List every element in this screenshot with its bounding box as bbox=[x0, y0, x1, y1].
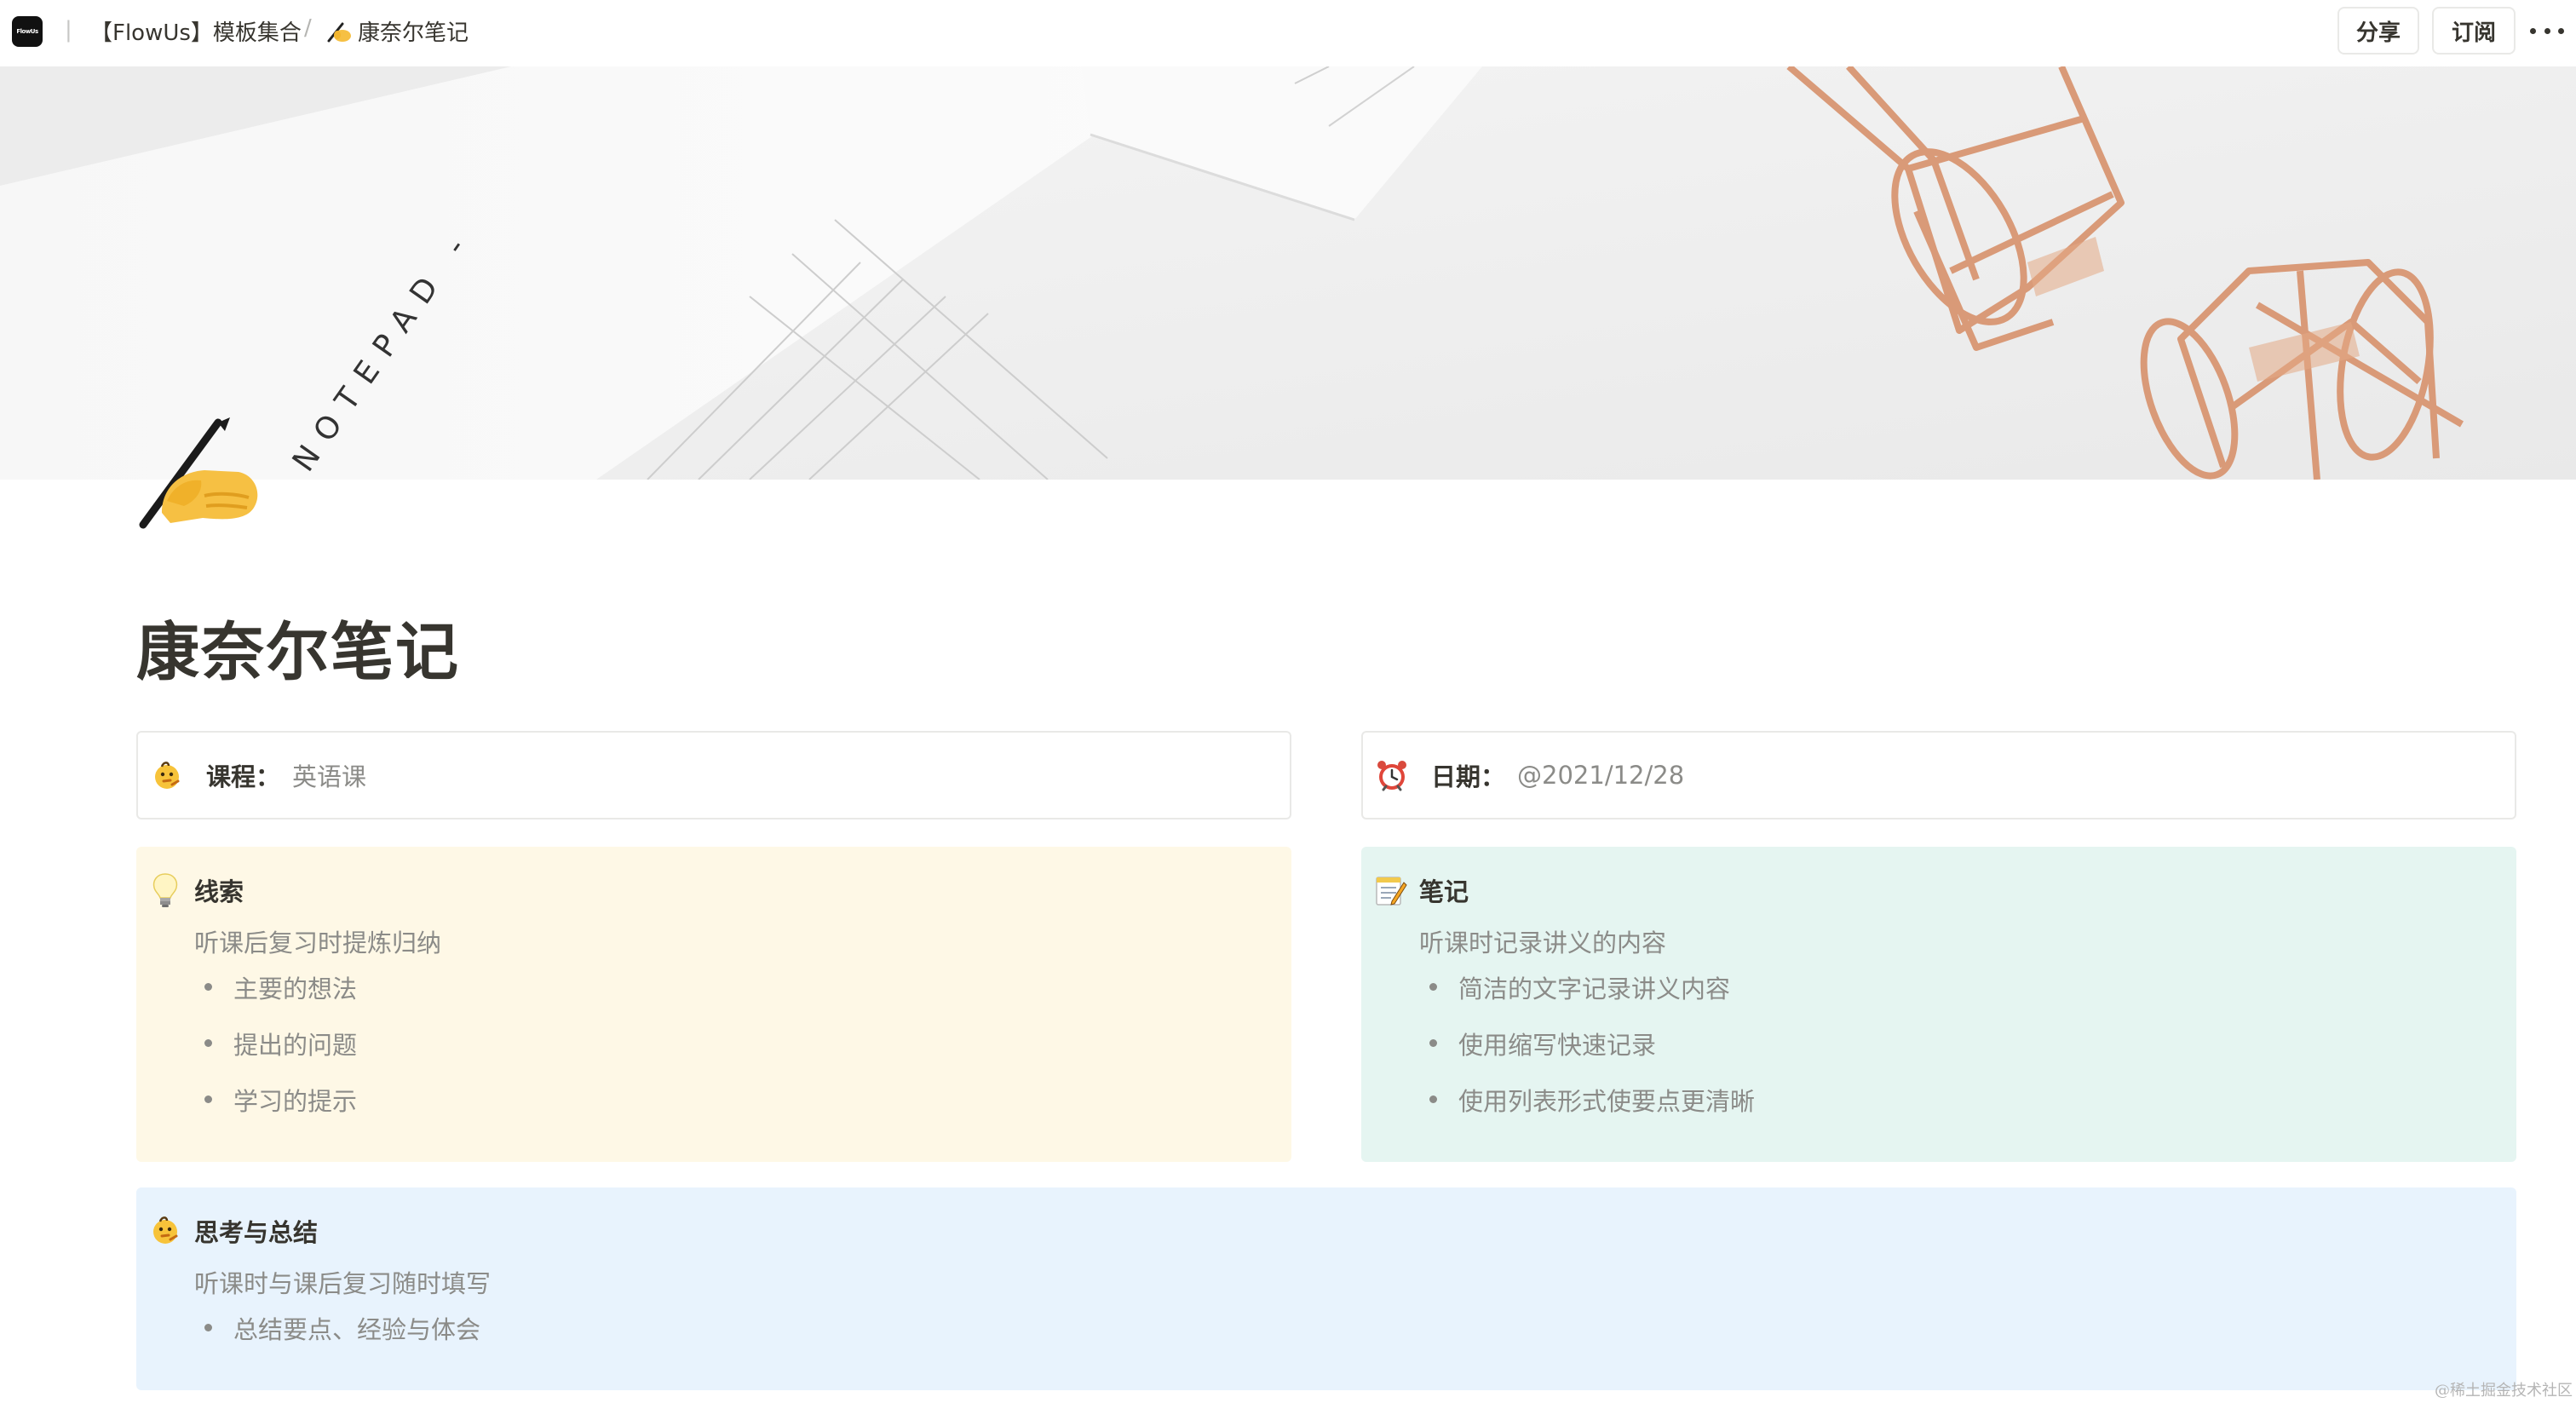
list-item[interactable]: 主要的想法 bbox=[194, 959, 357, 1015]
writing-hand-icon bbox=[327, 22, 351, 42]
list-item[interactable]: 学习的提示 bbox=[194, 1072, 357, 1128]
callout-summary[interactable]: 思考与总结 听课时与课后复习随时填写 总结要点、经验与体会 bbox=[136, 1187, 2516, 1390]
subscribe-button[interactable]: 订阅 bbox=[2432, 7, 2516, 55]
watermark: @稀土掘金技术社区 bbox=[2435, 1382, 2573, 1400]
thinking-chick-icon bbox=[155, 762, 180, 789]
writing-hand-icon[interactable] bbox=[136, 412, 261, 537]
property-label: 课程： bbox=[206, 762, 281, 791]
property-value[interactable]: 英语课 bbox=[292, 757, 366, 793]
top-bar: FlowUs | 【FlowUs】模板集合 / 康奈尔笔记 分享 订阅 bbox=[0, 0, 2576, 66]
page-title[interactable]: 康奈尔笔记 bbox=[136, 601, 460, 693]
breadcrumb-separator: / bbox=[304, 15, 312, 41]
list-item[interactable]: 使用缩写快速记录 bbox=[1419, 1015, 1755, 1072]
list-item[interactable]: 提出的问题 bbox=[194, 1015, 357, 1072]
callout-title: 思考与总结 bbox=[194, 1218, 319, 1247]
logo-text: FlowUs bbox=[16, 28, 38, 35]
callout-subtitle: 听课时与课后复习随时填写 bbox=[194, 1269, 492, 1298]
page-cover-image: NOTEPAD - bbox=[0, 66, 2576, 480]
list-item[interactable]: 使用列表形式使要点更清晰 bbox=[1419, 1072, 1755, 1128]
callout-cues[interactable]: 线索 听课后复习时提炼归纳 主要的想法 提出的问题 学习的提示 bbox=[136, 847, 1291, 1162]
bullet-list: 总结要点、经验与体会 bbox=[194, 1315, 480, 1373]
breadcrumb-label: 康奈尔笔记 bbox=[358, 20, 469, 46]
list-item[interactable]: 简洁的文字记录讲义内容 bbox=[1419, 959, 1755, 1015]
property-course[interactable]: 课程： 英语课 bbox=[136, 731, 1291, 819]
list-item[interactable]: 总结要点、经验与体会 bbox=[194, 1300, 480, 1356]
callout-title: 笔记 bbox=[1419, 877, 1469, 906]
callout-notes[interactable]: 笔记 听课时记录讲义的内容 简洁的文字记录讲义内容 使用缩写快速记录 使用列表形… bbox=[1361, 847, 2516, 1162]
light-bulb-icon bbox=[152, 873, 178, 907]
bullet-list: 简洁的文字记录讲义内容 使用缩写快速记录 使用列表形式使要点更清晰 bbox=[1419, 975, 1755, 1145]
callout-subtitle: 听课时记录讲义的内容 bbox=[1419, 929, 1667, 957]
alarm-clock-icon bbox=[1377, 761, 1406, 791]
thinking-chick-icon bbox=[153, 1216, 178, 1244]
more-horizontal-icon[interactable] bbox=[2530, 14, 2564, 48]
breadcrumb-item-current-page[interactable]: 康奈尔笔记 bbox=[325, 15, 469, 47]
property-label: 日期： bbox=[1431, 762, 1506, 791]
share-button[interactable]: 分享 bbox=[2337, 7, 2419, 55]
callout-title: 线索 bbox=[194, 877, 244, 906]
callout-subtitle: 听课后复习时提炼归纳 bbox=[194, 929, 442, 957]
property-date[interactable]: 日期： @2021/12/28 bbox=[1361, 731, 2516, 819]
breadcrumb-item-template-collection[interactable]: 【FlowUs】模板集合 bbox=[90, 15, 302, 47]
property-value[interactable]: @2021/12/28 bbox=[1517, 761, 1684, 790]
memo-icon bbox=[1376, 877, 1407, 906]
breadcrumb-divider: | bbox=[65, 17, 72, 43]
bullet-list: 主要的想法 提出的问题 学习的提示 bbox=[194, 975, 357, 1145]
flowus-logo[interactable]: FlowUs bbox=[12, 16, 43, 47]
